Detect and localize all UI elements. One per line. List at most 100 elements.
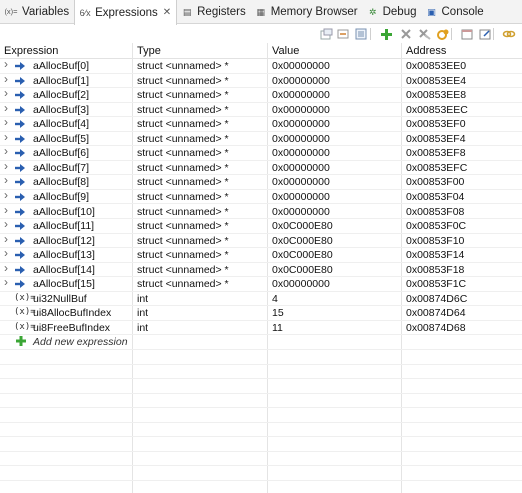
tab-label: Expressions (95, 6, 158, 19)
table-row[interactable]: (x)= ui32NullBuf int 4 0x00874D6C (0, 292, 522, 307)
chevron-right-icon[interactable]: › (4, 275, 8, 289)
table-row[interactable]: › aAllocBuf[7] struct <unnamed> * 0x0000000… (0, 159, 522, 176)
chevron-right-icon[interactable]: › (4, 144, 8, 158)
value-cell[interactable]: 0x0C000E80 (272, 235, 333, 247)
close-tab-icon[interactable]: ✕ (163, 7, 171, 18)
refresh-icon[interactable] (435, 26, 451, 42)
tab-memory-browser[interactable]: ▦ Memory Browser (251, 0, 363, 24)
tab-console[interactable]: ▣ Console (422, 0, 489, 24)
table-row[interactable]: › aAllocBuf[12] struct <unnamed> * 0x0C000E… (0, 232, 522, 249)
pointer-arrow-icon (14, 207, 26, 217)
pointer-arrow-icon (14, 265, 26, 275)
chevron-right-icon[interactable]: › (4, 101, 8, 115)
table-row[interactable]: › aAllocBuf[11] struct <unnamed> * 0x0C000E… (0, 217, 522, 234)
table-row[interactable]: › aAllocBuf[14] struct <unnamed> * 0x0C000E… (0, 261, 522, 278)
table-row[interactable]: › aAllocBuf[13] struct <unnamed> * 0x0C000E… (0, 246, 522, 263)
column-header-address[interactable]: Address (406, 45, 446, 57)
address-cell: 0x00853F1C (406, 278, 467, 291)
chevron-right-icon[interactable]: › (4, 261, 8, 275)
add-expression-row[interactable]: Add new expression (0, 335, 522, 350)
expression-cell: ui8AllocBufIndex (33, 307, 112, 320)
table-row[interactable]: (x)= ui8FreeBufIndex int 11 0x00874D68 (0, 321, 522, 336)
type-cell: struct <unnamed> * (137, 60, 229, 72)
value-cell[interactable]: 4 (272, 293, 278, 305)
address-cell: 0x00853F10 (406, 234, 465, 247)
pointer-arrow-icon (14, 221, 26, 231)
chevron-right-icon[interactable]: › (4, 130, 8, 144)
chevron-right-icon[interactable]: › (4, 217, 8, 231)
table-row[interactable]: › aAllocBuf[0] struct <unnamed> * 0x0000000… (0, 57, 522, 74)
remove-all-icon[interactable] (416, 26, 432, 42)
select-all-icon[interactable] (353, 26, 369, 42)
tab-label: Registers (197, 5, 246, 18)
table-row[interactable]: › aAllocBuf[5] struct <unnamed> * 0x0000000… (0, 130, 522, 147)
value-cell[interactable]: 0x00000000 (272, 191, 330, 203)
chevron-right-icon[interactable]: › (4, 173, 8, 187)
add-expression-icon[interactable] (378, 26, 394, 42)
address-cell: 0x00853F14 (406, 249, 465, 262)
value-cell[interactable]: 0x00000000 (272, 75, 330, 87)
show-type-names-icon[interactable] (318, 26, 334, 42)
address-cell: 0x00853EEC (406, 103, 468, 116)
tab-variables[interactable]: (x)= Variables (0, 0, 74, 24)
chevron-right-icon[interactable]: › (4, 115, 8, 129)
chevron-right-icon[interactable]: › (4, 159, 8, 173)
table-row[interactable]: › aAllocBuf[4] struct <unnamed> * 0x0000000… (0, 115, 522, 132)
table-row[interactable]: › aAllocBuf[8] struct <unnamed> * 0x0000000… (0, 173, 522, 190)
type-cell: struct <unnamed> * (137, 103, 229, 116)
type-cell: struct <unnamed> * (137, 220, 229, 233)
new-watch-icon[interactable] (459, 26, 475, 42)
chevron-right-icon[interactable]: › (4, 203, 8, 217)
value-cell[interactable]: 0x00000000 (272, 278, 330, 290)
value-cell[interactable]: 0x00000000 (272, 176, 330, 188)
pointer-arrow-icon (14, 250, 26, 260)
value-cell[interactable]: 0x00000000 (272, 89, 330, 101)
expression-cell: aAllocBuf[14] (33, 263, 95, 276)
empty-row (0, 379, 522, 394)
tab-registers[interactable]: ▤ Registers (177, 0, 251, 24)
add-new-expression-label[interactable]: Add new expression (33, 336, 128, 348)
remove-icon[interactable] (398, 26, 414, 42)
expression-cell: aAllocBuf[4] (33, 118, 90, 131)
collapse-all-icon[interactable] (335, 26, 351, 42)
table-row[interactable]: › aAllocBuf[9] struct <unnamed> * 0x0000000… (0, 188, 522, 205)
table-row[interactable]: › aAllocBuf[10] struct <unnamed> * 0x000000… (0, 203, 522, 219)
address-cell: 0x00874D68 (406, 321, 466, 334)
column-header-type[interactable]: Type (137, 45, 161, 57)
value-cell[interactable]: 0x00000000 (272, 162, 330, 174)
value-cell[interactable]: 11 (272, 322, 283, 334)
value-cell[interactable]: 0x00000000 (272, 118, 330, 130)
chevron-right-icon[interactable]: › (4, 72, 8, 86)
chevron-right-icon[interactable]: › (4, 86, 8, 100)
debug-icon: ✲ (368, 6, 377, 17)
link-icon[interactable] (501, 26, 517, 42)
export-icon[interactable] (477, 26, 493, 42)
chevron-right-icon[interactable]: › (4, 246, 8, 260)
tab-expressions[interactable]: 6⁄x Expressions ✕ (74, 0, 178, 25)
value-cell[interactable]: 0x0C000E80 (272, 264, 333, 276)
value-cell[interactable]: 0x00000000 (272, 60, 330, 72)
value-cell[interactable]: 15 (272, 307, 284, 319)
table-row[interactable]: (x)= ui8AllocBufIndex int 15 0x00874D64 (0, 306, 522, 321)
value-cell[interactable]: 0x0C000E80 (272, 220, 333, 232)
table-row[interactable]: › aAllocBuf[6] struct <unnamed> * 0x0000000… (0, 144, 522, 161)
table-row[interactable]: › aAllocBuf[2] struct <unnamed> * 0x0000000… (0, 86, 522, 103)
table-row[interactable]: › aAllocBuf[1] struct <unnamed> * 0x0000000… (0, 72, 522, 89)
column-header-expression[interactable]: Expression (4, 45, 58, 57)
value-cell[interactable]: 0x0C000E80 (272, 249, 333, 261)
column-header-value[interactable]: Value (272, 45, 299, 57)
value-cell[interactable]: 0x00000000 (272, 133, 330, 145)
chevron-right-icon[interactable]: › (4, 232, 8, 246)
value-cell[interactable]: 0x00000000 (272, 206, 330, 218)
chevron-right-icon[interactable]: › (4, 57, 8, 71)
chevron-right-icon[interactable]: › (4, 188, 8, 202)
tab-debug[interactable]: ✲ Debug (363, 0, 422, 24)
expression-cell: aAllocBuf[3] (33, 103, 90, 116)
type-cell: struct <unnamed> * (137, 263, 229, 276)
pointer-arrow-icon (14, 134, 26, 144)
table-row[interactable]: › aAllocBuf[3] struct <unnamed> * 0x0000000… (0, 101, 522, 118)
table-row[interactable]: › aAllocBuf[15] struct <unnamed> * 0x000000… (0, 275, 522, 292)
value-cell[interactable]: 0x00000000 (272, 147, 330, 159)
value-cell[interactable]: 0x00000000 (272, 104, 330, 116)
add-expression-icon[interactable] (15, 335, 27, 347)
